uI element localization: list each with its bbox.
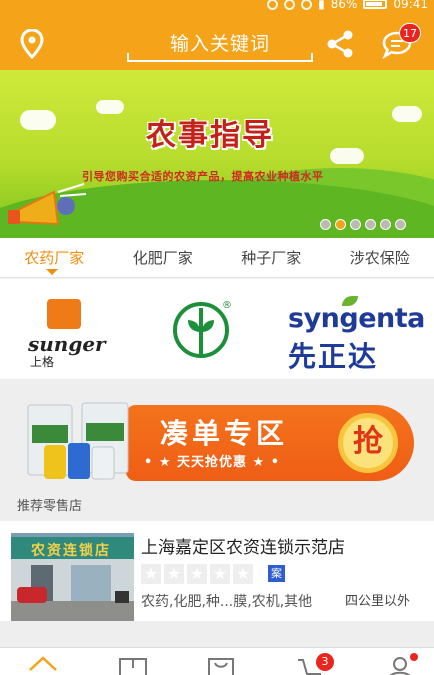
carousel-dot[interactable] [320, 219, 331, 230]
carousel-dot-active[interactable] [335, 219, 346, 230]
product-packages-icon [27, 402, 129, 480]
battery-icon [363, 0, 388, 9]
brand-sunger[interactable]: sunger 上格 [28, 293, 108, 369]
carousel-dot[interactable] [380, 219, 391, 230]
cloud-decoration [330, 148, 364, 164]
store-card[interactable]: 农资连锁店 上海嘉定区农资连锁示范店 ★ ★ ★ ★ ★ 案 农药,化肥,种..… [0, 521, 434, 621]
brand-list: sunger 上格 ® syngenta 先正达 [0, 279, 434, 379]
status-bar: ▮ 86% 09:41 [267, 0, 428, 12]
top-bar: ▮ 86% 09:41 输入关键词 [0, 0, 434, 70]
message-count-badge: 17 [399, 23, 421, 43]
banner-subtitle: 引导您购买合适的农资产品，提高农业种植水平 [82, 170, 324, 183]
banner-title: 农事指导 [146, 118, 274, 153]
category-tabs: 农药厂家 化肥厂家 种子厂家 涉农保险 [0, 238, 434, 278]
store-photo: 农资连锁店 [11, 533, 134, 621]
search-input[interactable]: 输入关键词 [127, 32, 313, 62]
promo-subtitle: • ★ 天天抢优惠 ★ • [144, 455, 281, 470]
star-icon: ★ [233, 564, 253, 584]
wifi-status-icon [301, 0, 313, 10]
banner-carousel[interactable]: 农事指导 引导您购买合适的农资产品，提高农业种植水平 [0, 70, 434, 238]
brand-syngenta-cn: 先正达 [288, 340, 379, 373]
brand-syngenta[interactable]: syngenta 先正达 [286, 293, 425, 373]
cart-count-badge: 3 [316, 653, 334, 671]
sunger-logo-icon [47, 299, 81, 329]
store-categories: 农药,化肥,种...膜,农机,其他 [141, 594, 313, 610]
store-name: 上海嘉定区农资连锁示范店 [141, 538, 345, 558]
tab-insurance[interactable]: 涉农保险 [326, 238, 434, 277]
location-pin-icon[interactable] [20, 29, 44, 59]
location-status-icon [267, 0, 279, 10]
brand-sunger-cn: 上格 [30, 355, 55, 369]
svg-text:®: ® [222, 300, 232, 311]
cloud-decoration [96, 100, 124, 114]
carousel-dot[interactable] [365, 219, 376, 230]
shop-icon[interactable] [206, 654, 236, 675]
clock: 09:41 [393, 0, 428, 11]
retail-section-title: 推荐零售店 [0, 493, 434, 520]
promo-title: 凑单专区 [160, 417, 289, 450]
signal-status-icon: ▮ [318, 0, 325, 11]
store-sign-text: 农资连锁店 [31, 543, 111, 559]
cloud-decoration [20, 110, 56, 130]
registered-badge: 案 [268, 565, 285, 582]
star-icon: ★ [187, 564, 207, 584]
grab-button[interactable]: 抢 [338, 413, 398, 473]
cloud-decoration [392, 106, 422, 122]
app-screen: ▮ 86% 09:41 输入关键词 17 农事指导 引导您购买合适的农资产品，提… [0, 0, 434, 675]
brand-green-logo-icon[interactable]: ® [172, 293, 232, 363]
share-icon[interactable] [325, 30, 355, 58]
bottom-nav [0, 647, 434, 675]
carousel-dot[interactable] [395, 219, 406, 230]
carousel-indicator [320, 219, 406, 230]
promo-banner[interactable]: 凑单专区 • ★ 天天抢优惠 ★ • 抢 [26, 397, 416, 485]
profile-notification-dot [410, 653, 418, 661]
star-icon: ★ [210, 564, 230, 584]
star-icon: ★ [164, 564, 184, 584]
store-rating: ★ ★ ★ ★ ★ [141, 564, 253, 584]
alarm-status-icon [284, 0, 296, 10]
megaphone-icon [8, 183, 86, 226]
home-icon[interactable] [28, 654, 58, 675]
carousel-dot[interactable] [350, 219, 361, 230]
brand-syngenta-name: syngenta [288, 303, 425, 334]
tab-fertilizer[interactable]: 化肥厂家 [109, 238, 218, 277]
tab-pesticide[interactable]: 农药厂家 [0, 238, 109, 277]
star-icon: ★ [141, 564, 161, 584]
category-icon[interactable] [118, 654, 148, 675]
tab-seed[interactable]: 种子厂家 [217, 238, 326, 277]
battery-percent: 86% [330, 0, 358, 11]
store-distance: 四公里以外 [345, 594, 411, 609]
